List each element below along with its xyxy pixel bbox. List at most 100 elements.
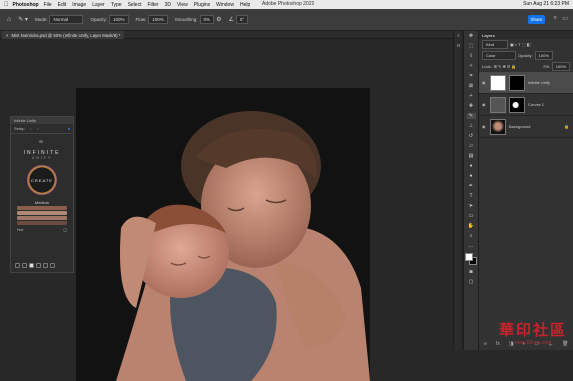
history-icon[interactable]: ≡ [454,33,463,39]
unify-tab-icon-1[interactable]: ◌ [29,126,31,131]
unify-info-icon[interactable]: ● [68,126,70,131]
filter-icons[interactable]: ▣ ◐ T ⬚ ◧ [510,42,531,47]
dodge-tool-icon[interactable]: ● [467,173,476,179]
layers-lock-row: Lock: ⊞ ✎ ✥ ⊡ 🔒 Fill: 100% [479,61,573,72]
lock-icon[interactable]: 🔒 [564,124,569,129]
blend-mode-dropdown[interactable]: Color [482,51,516,60]
home-icon[interactable]: ⌂ [7,16,11,23]
unify-tool-3[interactable] [29,263,34,268]
angle-field[interactable]: 0° [235,15,249,24]
unify-brand-sub: UNIFY [31,156,53,160]
layer-kind-filter[interactable]: Kind [482,40,508,49]
menu-bar:  Photoshop File Edit Image Layer Type S… [0,0,573,9]
blur-tool-icon[interactable]: ♦ [467,163,476,169]
zoom-tool-icon[interactable]: ⌕ [467,233,476,239]
unify-tab-icon-2[interactable]: ◌ [37,126,39,131]
frame-tool-icon[interactable]: ⊠ [467,83,476,89]
search-icon[interactable]: ⌕ [554,15,557,22]
move-tool-icon[interactable]: ✥ [467,33,476,39]
layer-mask-thumb[interactable] [509,96,525,113]
layers-panel-title[interactable]: Layers [479,31,573,39]
layer-row-infinite-unify[interactable]: ◉ Infinite Unify [479,72,573,94]
flow-field[interactable]: 100% [148,15,168,24]
medium-label[interactable]: Medium [11,200,73,205]
swatch-4[interactable] [17,221,67,225]
unify-tab-setup[interactable]: Setup [14,126,24,131]
properties-icon[interactable]: ☷ [454,43,463,49]
type-tool-icon[interactable]: T [467,193,476,199]
swatch-2[interactable] [17,211,67,215]
layer-mask-thumb[interactable] [509,74,525,91]
unify-tool-1[interactable] [15,263,20,268]
menu-file[interactable]: File [44,2,52,8]
layer-opacity-field[interactable]: 100% [534,51,553,60]
stamp-tool-icon[interactable]: ⊥ [467,123,476,129]
lock-icons[interactable]: ⊞ ✎ ✥ ⊡ 🔒 [494,64,517,69]
healing-tool-icon[interactable]: ✚ [467,103,476,109]
unify-tool-6[interactable] [50,263,55,268]
quick-mask-icon[interactable]: ◙ [467,269,476,275]
shape-tool-icon[interactable]: ▭ [467,213,476,219]
menu-help[interactable]: Help [240,2,250,8]
eyedropper-tool-icon[interactable]: ⌿ [467,93,476,99]
brush-tool-icon[interactable]: ✎ [466,113,476,119]
visibility-eye-icon[interactable]: ◉ [482,102,487,107]
screen-mode-icon[interactable]: ▢ [467,279,476,285]
share-button[interactable]: Share [528,15,545,24]
eraser-tool-icon[interactable]: ▱ [467,143,476,149]
menu-view[interactable]: View [177,2,188,8]
foreground-color-swatch[interactable] [465,253,473,261]
create-button[interactable]: CREATE [27,165,57,195]
unify-tool-4[interactable] [36,263,41,268]
marquee-tool-icon[interactable]: ⬚ [467,43,476,49]
lock-label: Lock: [482,64,492,69]
hand-tool-icon[interactable]: ✋ [467,223,476,229]
swatch-1[interactable] [17,206,67,210]
gradient-tool-icon[interactable]: ▤ [467,153,476,159]
app-name-menu[interactable]: Photoshop [13,2,39,8]
brush-preset-picker[interactable]: ✎ ▾ [18,16,28,23]
menu-window[interactable]: Window [216,2,234,8]
workspace-icon[interactable]: ▭ [562,15,568,22]
layer-name: Curves 1 [528,102,545,107]
link-layers-icon[interactable]: ∞ [483,341,487,348]
fill-field[interactable]: 100% [551,62,570,71]
menu-select[interactable]: Select [128,2,142,8]
menu-layer[interactable]: Layer [92,2,105,8]
unify-panel-header[interactable]: Infinite Unify [11,117,73,124]
smoothing-field[interactable]: 0% [199,15,215,24]
menu-plugins[interactable]: Plugins [194,2,210,8]
unify-logo-icon: ∞ [39,139,45,145]
menu-3d[interactable]: 3D [165,2,171,8]
opacity-field[interactable]: 100% [108,15,129,24]
history-brush-tool-icon[interactable]: ↺ [467,133,476,139]
layer-row-background[interactable]: ◉ Background 🔒 [479,116,573,138]
layer-row-curves[interactable]: ◉ Curves 1 [479,94,573,116]
hue-dial-icon[interactable]: ◯ [63,228,67,232]
menu-edit[interactable]: Edit [58,2,67,8]
photo-canvas[interactable] [76,88,370,381]
quick-select-tool-icon[interactable]: ✧ [467,63,476,69]
lasso-tool-icon[interactable]: ℓ [467,53,476,59]
path-select-tool-icon[interactable]: ➤ [467,203,476,209]
apple-icon[interactable]:  [4,2,9,8]
menu-image[interactable]: Image [72,2,86,8]
layer-name: Background [509,124,531,129]
menu-type[interactable]: Type [111,2,122,8]
swatch-3[interactable] [17,216,67,220]
create-label: CREATE [31,177,53,183]
visibility-eye-icon[interactable]: ◉ [482,124,487,129]
mode-dropdown[interactable]: Normal [49,15,84,24]
hue-label: Hue [17,228,24,232]
crop-tool-icon[interactable]: ⌗ [467,73,476,79]
visibility-eye-icon[interactable]: ◉ [482,80,487,85]
more-tools-icon[interactable]: … [467,243,476,249]
unify-tool-2[interactable] [22,263,27,268]
color-swatches[interactable] [465,253,477,265]
close-tab-icon[interactable]: × [6,33,9,38]
document-tab[interactable]: × Mist NoInricks.psd @ 50% (Infinite Uni… [2,31,125,39]
menu-filter[interactable]: Filter [147,2,158,8]
pen-tool-icon[interactable]: ✒ [467,183,476,189]
settings-gear-icon[interactable]: ⚙ [216,16,221,23]
unify-tool-5[interactable] [43,263,48,268]
